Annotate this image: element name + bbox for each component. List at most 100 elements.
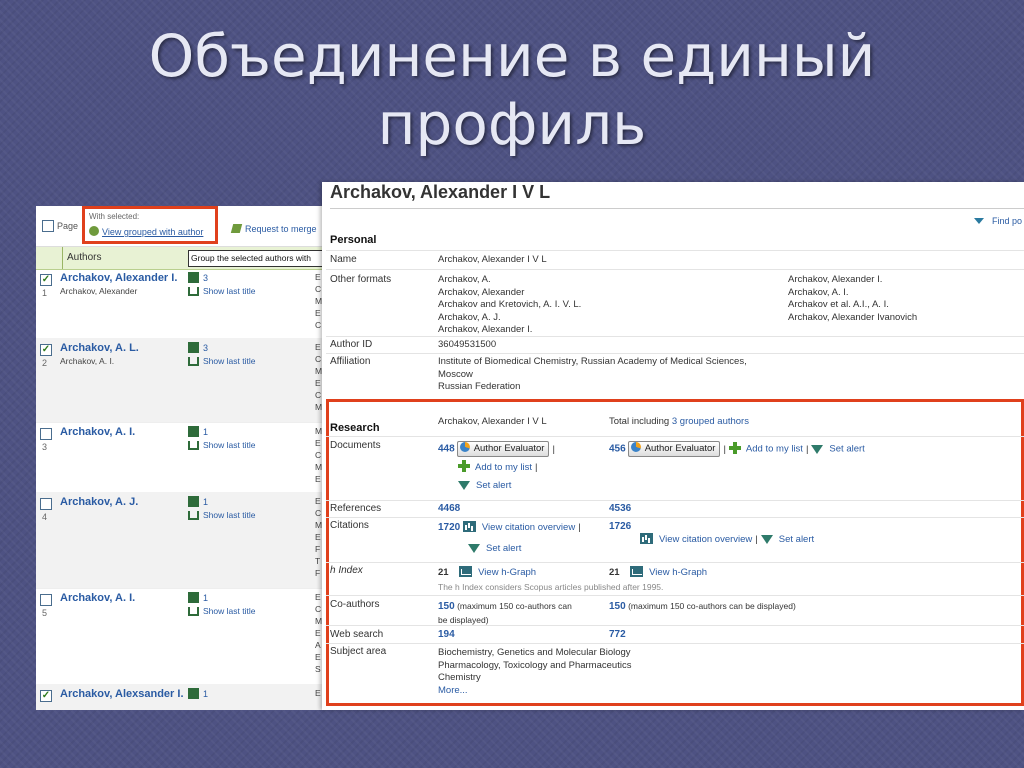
add-to-list-label[interactable]: Add to my list [746,444,803,455]
document-count[interactable]: 3 [188,272,208,283]
documents-count-link[interactable]: 448 [438,444,455,455]
results-toolbar: Page With selected: View grouped with au… [36,206,326,247]
document-count-value: 1 [203,497,209,507]
author-evaluator-button[interactable]: Author Evaluator [627,441,721,457]
format-item: Archakov, A. J. [438,311,501,323]
pie-chart-icon [459,442,470,452]
references-label: References [330,503,382,514]
documents-total-link[interactable]: 456 [609,444,626,455]
author-evaluator-button[interactable]: Author Evaluator [456,441,550,457]
divider [326,625,1024,626]
personal-section-title: Personal [330,234,377,246]
show-last-title-link[interactable]: Show last title [188,606,255,616]
co-authors-col-2: 150 (maximum 150 co-authors can be displ… [609,600,796,614]
other-formats-col-1: Archakov, A. Archakov, Alexander Archako… [438,274,581,337]
alert-icon [760,535,773,544]
author-row: 4 Archakov, A. J. 1 Show last title E C … [36,492,326,589]
web-search-total[interactable]: 772 [609,629,626,642]
document-count[interactable]: 1 [188,688,208,699]
profile-author-name: Archakov, Alexander I V L [330,182,551,202]
view-citation-overview-link[interactable]: View citation overview [659,534,752,545]
add-to-list-link[interactable]: Add to my list | [458,460,541,475]
set-alert-label[interactable]: Set alert [829,444,864,455]
more-subjects-link[interactable]: More... [438,685,631,698]
show-last-title-label: Show last title [203,440,256,450]
references-total[interactable]: 4536 [609,503,631,516]
author-name-link[interactable]: Archakov, A. I. [60,592,135,604]
documents-icon [188,688,199,699]
author-name-link[interactable]: Archakov, Alexsander I. [60,688,184,700]
format-item: Archakov et al. A.I., A. I. [788,299,889,310]
divider [326,500,1024,501]
expand-icon [188,511,199,520]
add-to-list-label: Add to my list [475,462,533,473]
set-alert-label[interactable]: Set alert [779,534,814,545]
documents-icon [188,272,199,283]
format-item: Archakov, Alexander I. [788,274,883,285]
co-authors-total-link[interactable]: 150 [609,601,626,612]
author-checkbox[interactable] [40,428,52,440]
references-count[interactable]: 4468 [438,503,460,516]
author-row: ✓ Archakov, Alexsander I. 1 E [36,684,326,710]
author-checkbox[interactable] [40,594,52,606]
citations-total-link[interactable]: 1726 [609,521,631,532]
view-grouped-link[interactable]: View grouped with author [89,226,203,237]
divider [326,562,1024,563]
co-authors-col-1: 150 (maximum 150 co-authors can be displ… [438,600,572,626]
documents-icon [188,342,199,353]
document-count-value: 1 [203,427,209,437]
set-alert-link[interactable]: Set alert [468,543,521,556]
request-merge-label: Request to merge [245,224,317,234]
co-authors-count-link[interactable]: 150 [438,601,455,612]
format-item: Archakov, Alexander I. [438,324,533,335]
author-name-link[interactable]: Archakov, Alexander I. [60,272,177,284]
show-last-title-label: Show last title [203,356,256,366]
divider [326,595,1024,596]
triangle-down-icon [974,218,984,224]
research-section-title: Research [330,422,380,434]
subject-item: Chemistry [438,672,481,683]
alert-icon [458,481,470,490]
author-results-panel: Page With selected: View grouped with au… [36,206,326,710]
group-tooltip: Group the selected authors with [188,250,326,267]
divider [326,353,1024,354]
author-checkbox[interactable]: ✓ [40,344,52,356]
grouped-authors-link[interactable]: 3 grouped authors [672,416,749,427]
document-count[interactable]: 1 [188,496,208,507]
view-citation-overview-link[interactable]: View citation overview [482,522,575,533]
author-id-label: Author ID [330,339,373,350]
author-checkbox[interactable]: ✓ [40,690,52,702]
document-count[interactable]: 1 [188,592,208,603]
find-link-label: Find po [992,216,1023,226]
show-last-title-link[interactable]: Show last title [188,510,255,520]
set-alert-label: Set alert [476,480,512,491]
select-page-checkbox[interactable] [42,220,54,232]
with-selected-highlight: With selected: View grouped with author [82,206,218,244]
show-last-title-link[interactable]: Show last title [188,356,255,366]
find-link[interactable]: Find po [974,216,1022,226]
subject-item: Pharmacology, Toxicology and Pharmaceuti… [438,659,632,671]
author-name-link[interactable]: Archakov, A. L. [60,342,139,354]
document-count[interactable]: 1 [188,426,208,437]
author-checkbox[interactable]: ✓ [40,274,52,286]
view-h-graph-link[interactable]: View h-Graph [478,567,536,578]
author-variant: Archakov, Alexander [60,286,138,296]
author-checkbox[interactable] [40,498,52,510]
documents-icon [188,426,199,437]
document-count[interactable]: 3 [188,342,208,353]
h-graph-icon [630,566,644,577]
author-name-link[interactable]: Archakov, A. J. [60,496,138,508]
view-h-graph-link[interactable]: View h-Graph [649,567,707,578]
authors-column-header[interactable]: Authors [62,247,182,269]
citations-label: Citations [330,520,369,531]
show-last-title-link[interactable]: Show last title [188,286,255,296]
show-last-title-label: Show last title [203,510,256,520]
web-search-count[interactable]: 194 [438,629,455,642]
show-last-title-link[interactable]: Show last title [188,440,255,450]
request-merge-link[interactable]: Request to merge [230,224,317,234]
author-name-link[interactable]: Archakov, A. I. [60,426,135,438]
citations-count-link[interactable]: 1720 [438,522,460,533]
co-authors-note: (maximum 150 co-authors can [457,601,572,611]
show-last-title-label: Show last title [203,606,256,616]
set-alert-link[interactable]: Set alert [458,480,511,493]
